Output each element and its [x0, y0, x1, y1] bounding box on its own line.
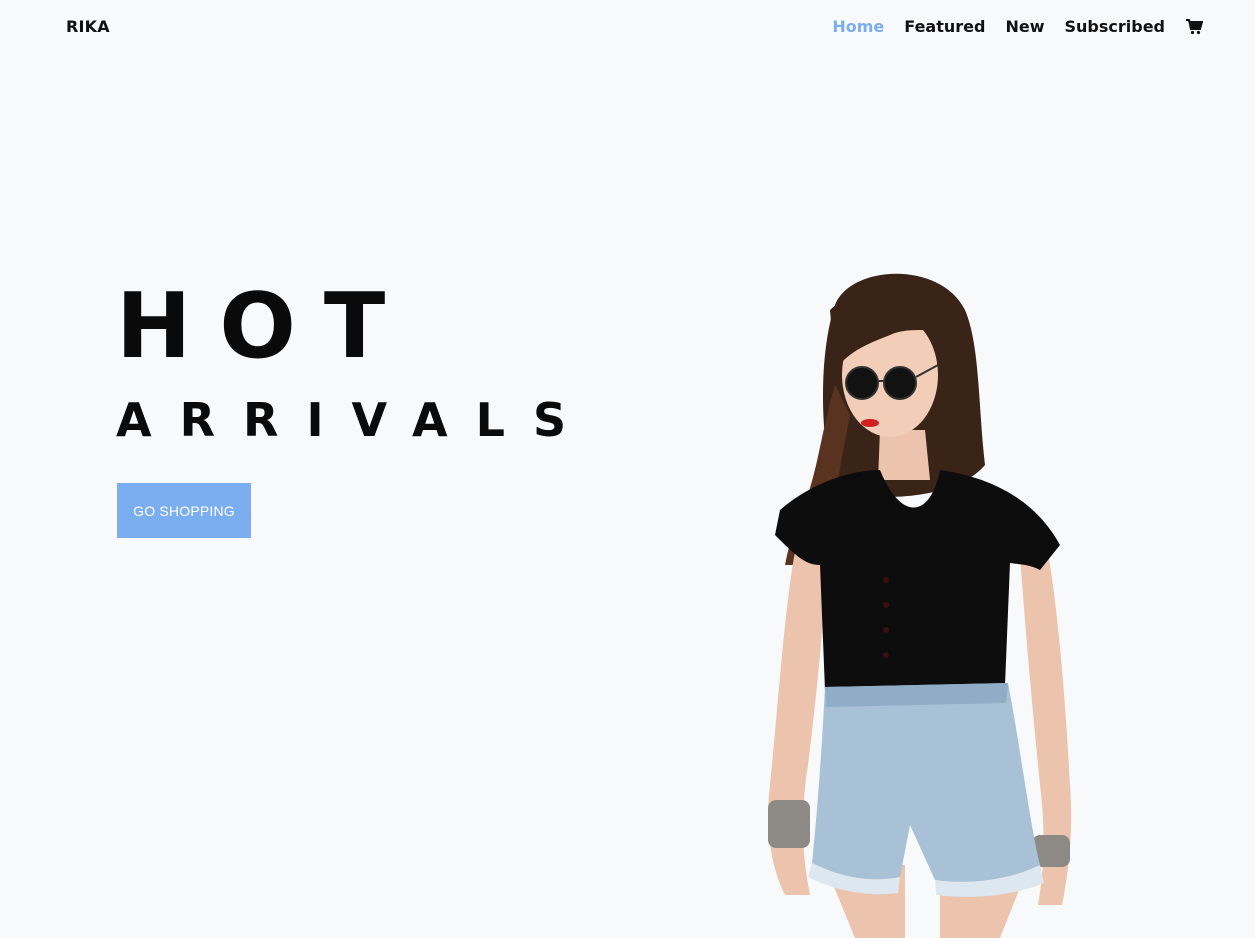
hero-subtitle: ARRIVALS: [116, 393, 595, 447]
nav-featured[interactable]: Featured: [904, 17, 985, 36]
hero-title: HOT: [116, 274, 414, 379]
brand-logo[interactable]: RIKA: [66, 17, 110, 36]
main-nav: Home Featured New Subscribed: [812, 17, 1203, 36]
nav-subscribed[interactable]: Subscribed: [1064, 17, 1165, 36]
model-photo: [768, 273, 1072, 938]
nav-new[interactable]: New: [1005, 17, 1044, 36]
shopping-cart-icon[interactable]: [1185, 18, 1203, 36]
go-shopping-button[interactable]: GO SHOPPING: [117, 483, 251, 538]
nav-home[interactable]: Home: [832, 17, 884, 36]
page: RIKA Home Featured New Subscribed HOT AR…: [0, 0, 1255, 938]
